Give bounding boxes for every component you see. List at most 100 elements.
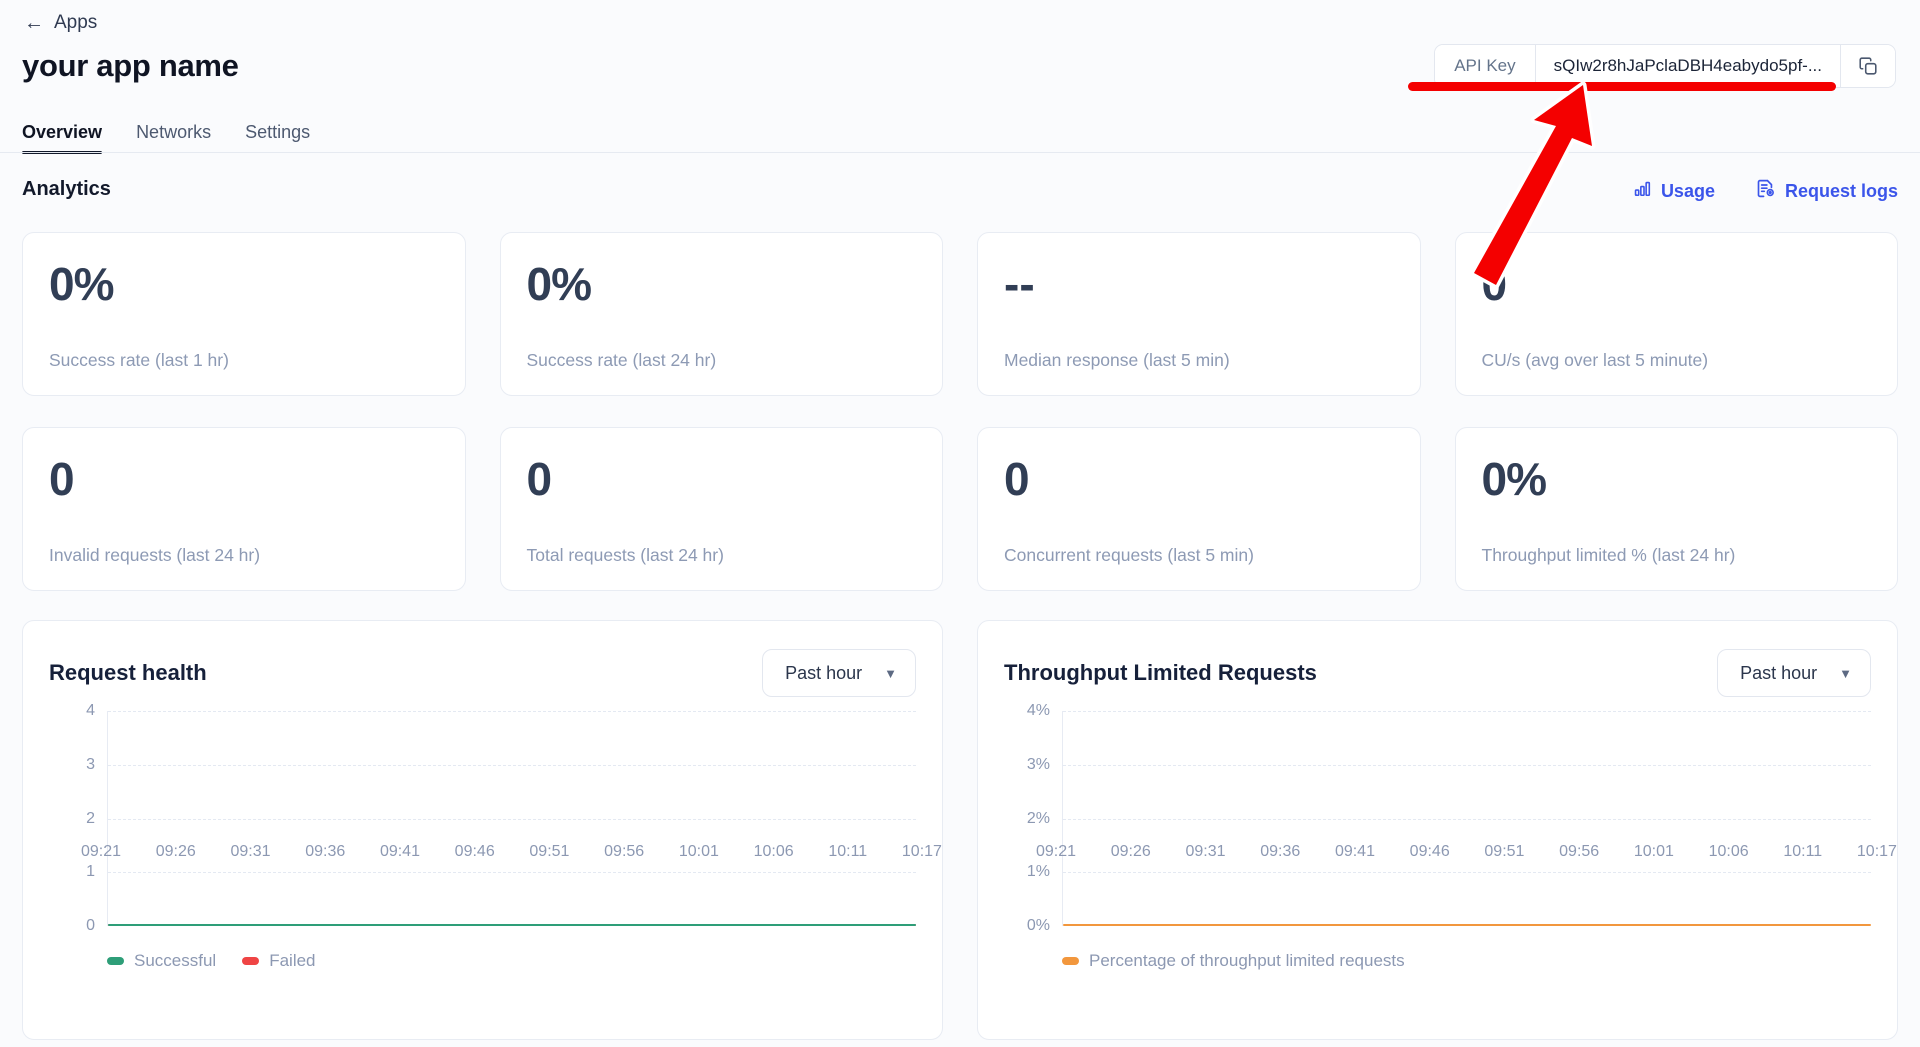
metric-value: 0 [1482,261,1898,307]
y-axis-labels: 01234 [49,711,105,926]
x-axis-tick: 09:26 [156,843,196,861]
legend-item[interactable]: Failed [242,951,315,971]
chart-legend: Successful Failed [107,951,316,971]
tab-settings[interactable]: Settings [245,122,310,154]
y-axis-labels: 0%1%2%3%4% [1004,711,1060,926]
chart-panel-throughput-limited: Throughput Limited Requests Past hour ▼ … [977,620,1898,1040]
legend-label: Failed [269,951,315,971]
metric-label: Invalid requests (last 24 hr) [49,545,260,566]
metric-cards-row-2: 0 Invalid requests (last 24 hr) 0 Total … [22,427,1898,591]
time-range-value: Past hour [1740,663,1817,684]
x-axis-tick: 09:51 [1484,843,1524,861]
request-logs-link-label: Request logs [1785,181,1898,202]
chart-title: Request health [49,660,207,686]
metric-value: 0 [49,456,465,502]
metric-card-success-rate-1hr: 0% Success rate (last 1 hr) [22,232,466,396]
analytics-section-title: Analytics [22,178,111,201]
legend-label: Percentage of throughput limited request… [1089,951,1405,971]
copy-icon [1857,55,1879,77]
metric-label: CU/s (avg over last 5 minute) [1482,350,1709,371]
x-axis-tick: 10:06 [754,843,794,861]
charts-row: Request health Past hour ▼ 01234 09:2109… [22,620,1898,1040]
metric-cards-row-1: 0% Success rate (last 1 hr) 0% Success r… [22,232,1898,396]
grid-line [108,872,916,873]
api-key-label: API Key [1435,45,1535,87]
legend-swatch [242,957,259,965]
x-axis-tick: 09:36 [305,843,345,861]
chart-plot-area: 0%1%2%3%4% [1004,711,1871,926]
grid-line [1063,765,1871,766]
legend-label: Successful [134,951,216,971]
legend-item[interactable]: Successful [107,951,216,971]
breadcrumb-apps-link[interactable]: ← Apps [24,12,97,34]
x-axis-tick: 09:21 [1036,843,1076,861]
x-axis-tick: 10:06 [1709,843,1749,861]
copy-api-key-button[interactable] [1841,45,1895,87]
metric-value: 0 [1004,456,1420,502]
api-key-value[interactable]: sQIw2r8hJaPclaDBH4eabydo5pf-... [1536,45,1841,87]
x-axis-tick: 09:56 [1559,843,1599,861]
metric-value: 0% [527,261,943,307]
grid-line [1063,711,1871,712]
chevron-down-icon: ▼ [884,667,897,680]
y-axis-tick: 1% [1027,863,1050,881]
chart-header: Throughput Limited Requests Past hour ▼ [1004,647,1871,699]
y-axis-tick: 1 [86,863,95,881]
x-axis-tick: 10:01 [1634,843,1674,861]
chart-grid [107,711,916,926]
x-axis-tick: 09:26 [1111,843,1151,861]
x-axis-tick: 10:11 [1783,843,1822,861]
x-axis-tick: 09:46 [1410,843,1450,861]
y-axis-tick: 2% [1027,810,1050,828]
metric-label: Total requests (last 24 hr) [527,545,724,566]
metric-label: Throughput limited % (last 24 hr) [1482,545,1736,566]
y-axis-tick: 2 [86,810,95,828]
y-axis-tick: 3 [86,756,95,774]
x-axis-labels: 09:2109:2609:3109:3609:4109:4609:5109:56… [81,843,942,861]
y-axis-tick: 0 [86,917,95,935]
x-axis-tick: 09:46 [455,843,495,861]
x-axis-tick: 10:17 [1857,843,1897,861]
bar-chart-icon [1633,179,1652,203]
x-axis-tick: 09:51 [529,843,569,861]
legend-item[interactable]: Percentage of throughput limited request… [1062,951,1405,971]
grid-line [1063,819,1871,820]
time-range-select-throughput[interactable]: Past hour ▼ [1717,649,1871,697]
breadcrumb-label: Apps [54,12,97,34]
grid-line [108,819,916,820]
api-key-group: API Key sQIw2r8hJaPclaDBH4eabydo5pf-... [1434,44,1896,88]
tab-bar: Overview Networks Settings [22,112,310,154]
legend-swatch [107,957,124,965]
metric-label: Success rate (last 24 hr) [527,350,717,371]
metric-label: Concurrent requests (last 5 min) [1004,545,1254,566]
metric-value: -- [1004,261,1420,307]
chart-grid [1062,711,1871,926]
chevron-down-icon: ▼ [1839,667,1852,680]
tab-overview[interactable]: Overview [22,122,102,154]
metric-card-concurrent-requests: 0 Concurrent requests (last 5 min) [977,427,1421,591]
y-axis-tick: 4% [1027,702,1050,720]
log-eye-icon [1755,178,1776,204]
x-axis-tick: 10:11 [828,843,867,861]
y-axis-tick: 3% [1027,756,1050,774]
chart-plot-area: 01234 [49,711,916,926]
arrow-left-icon: ← [24,13,44,33]
tab-networks-label: Networks [136,122,211,142]
page-title: your app name [22,48,239,84]
metric-card-median-response: -- Median response (last 5 min) [977,232,1421,396]
time-range-select-request-health[interactable]: Past hour ▼ [762,649,916,697]
metric-value: 0% [1482,456,1898,502]
grid-line [108,765,916,766]
metric-card-throughput-limited: 0% Throughput limited % (last 24 hr) [1455,427,1899,591]
request-logs-link[interactable]: Request logs [1755,178,1898,204]
usage-link[interactable]: Usage [1633,179,1715,203]
top-bar: ← Apps your app name API Key sQIw2r8hJaP… [0,0,1920,155]
tab-networks[interactable]: Networks [136,122,211,154]
tab-settings-label: Settings [245,122,310,142]
x-axis-tick: 09:21 [81,843,121,861]
metric-card-success-rate-24hr: 0% Success rate (last 24 hr) [500,232,944,396]
series-line [1063,924,1871,927]
x-axis-tick: 09:41 [380,843,420,861]
analytics-links: Usage Request logs [1633,178,1898,204]
app-page: ← Apps your app name API Key sQIw2r8hJaP… [0,0,1920,1047]
